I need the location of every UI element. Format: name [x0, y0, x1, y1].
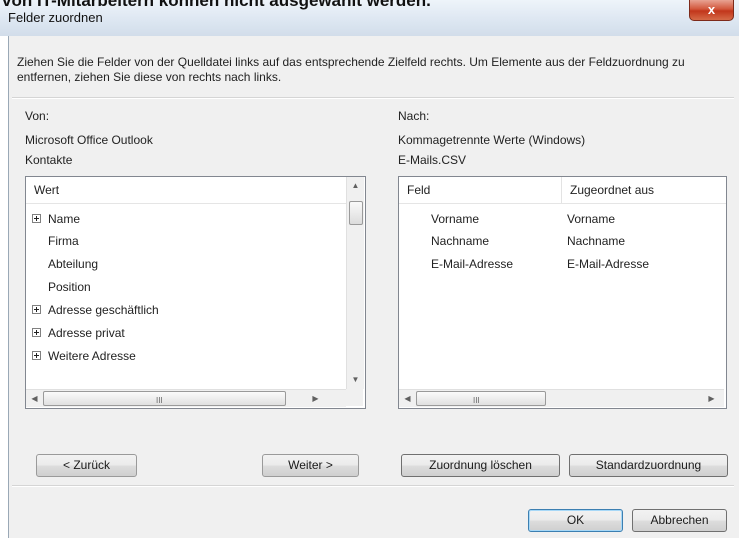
ok-button[interactable]: OK: [528, 509, 623, 532]
scroll-right-arrow-icon[interactable]: ▶: [703, 390, 720, 407]
dialog-body: Ziehen Sie die Felder von der Quelldatei…: [8, 36, 739, 538]
table-row[interactable]: E-Mail-Adresse: [567, 253, 649, 275]
table-row[interactable]: Nachname: [431, 230, 489, 252]
source-horizontal-scrollbar[interactable]: ◀ III ▶: [26, 389, 346, 407]
target-list-header: Feld Zugeordnet aus: [399, 177, 726, 204]
next-button[interactable]: Weiter >: [262, 454, 359, 477]
scroll-corner: [346, 389, 363, 406]
target-file: E-Mails.CSV: [398, 153, 467, 167]
felder-zuordnen-dialog: Felder zuordnen x von IT-Mitarbeitern kö…: [0, 0, 739, 538]
close-icon: x: [707, 2, 716, 17]
expand-plus-icon[interactable]: [32, 214, 41, 223]
expand-plus-icon[interactable]: [32, 351, 41, 360]
vertical-scroll-thumb[interactable]: [349, 201, 363, 225]
source-heading: Von:: [25, 109, 50, 123]
horizontal-scroll-thumb[interactable]: III: [416, 391, 546, 406]
clear-mapping-button[interactable]: Zuordnung löschen: [401, 454, 560, 477]
column-header-wert[interactable]: Wert: [26, 177, 346, 203]
source-field-list[interactable]: Wert Name Firma Abteilung Position Adres…: [25, 176, 366, 409]
scroll-up-arrow-icon[interactable]: ▲: [347, 177, 364, 194]
table-cell-field: E-Mail-Adresse: [431, 257, 514, 271]
grip-icon: III: [156, 396, 163, 405]
source-list-header: Wert: [26, 177, 346, 204]
list-item-label: Weitere Adresse: [48, 349, 136, 363]
source-application: Microsoft Office Outlook: [25, 133, 153, 147]
cancel-button[interactable]: Abbrechen: [632, 509, 727, 532]
close-button[interactable]: x: [689, 0, 734, 21]
grip-icon: III: [473, 396, 480, 405]
back-button[interactable]: < Zurück: [36, 454, 137, 477]
target-field-list[interactable]: Feld Zugeordnet aus Vorname Vorname Nach…: [398, 176, 727, 409]
list-item-label: Adresse privat: [48, 326, 125, 340]
expand-plus-icon[interactable]: [32, 328, 41, 337]
table-row[interactable]: Vorname: [567, 208, 615, 230]
expand-plus-icon[interactable]: [32, 305, 41, 314]
source-vertical-scrollbar[interactable]: ▲ ▼: [346, 177, 364, 389]
scroll-left-arrow-icon[interactable]: ◀: [26, 390, 43, 407]
list-item-label: Firma: [48, 234, 79, 248]
table-row[interactable]: Nachname: [567, 230, 625, 252]
source-folder: Kontakte: [25, 153, 73, 167]
scroll-left-arrow-icon[interactable]: ◀: [399, 390, 416, 407]
table-row[interactable]: E-Mail-Adresse: [431, 253, 513, 275]
list-item-label: Abteilung: [48, 257, 99, 271]
table-cell-mapped-from: E-Mail-Adresse: [567, 257, 650, 271]
window-title: Felder zuordnen: [8, 10, 103, 25]
scroll-right-arrow-icon[interactable]: ▶: [307, 390, 324, 407]
page-caption: von IT-Mitarbeitern können nicht ausgewä…: [2, 0, 431, 10]
column-header-zugeordnet-aus[interactable]: Zugeordnet aus: [561, 177, 726, 203]
scroll-down-arrow-icon[interactable]: ▼: [347, 371, 364, 388]
column-header-feld[interactable]: Feld: [399, 177, 561, 203]
target-horizontal-scrollbar[interactable]: ◀ III ▶: [399, 389, 724, 407]
table-row[interactable]: Vorname: [431, 208, 479, 230]
horizontal-scroll-thumb[interactable]: III: [43, 391, 286, 406]
table-cell-field: Nachname: [431, 234, 490, 248]
table-cell-field: Vorname: [431, 212, 480, 226]
list-item-label: Position: [48, 280, 91, 294]
list-item-label: Name: [48, 212, 81, 226]
separator-bottom: [12, 485, 734, 487]
target-format: Kommagetrennte Werte (Windows): [398, 133, 586, 147]
list-item-label: Adresse geschäftlich: [48, 303, 159, 317]
table-cell-mapped-from: Nachname: [567, 234, 626, 248]
default-mapping-button[interactable]: Standardzuordnung: [569, 454, 728, 477]
table-cell-mapped-from: Vorname: [567, 212, 616, 226]
instructions-text: Ziehen Sie die Felder von der Quelldatei…: [17, 55, 685, 84]
separator-top: [12, 97, 734, 99]
target-heading: Nach:: [398, 109, 430, 123]
